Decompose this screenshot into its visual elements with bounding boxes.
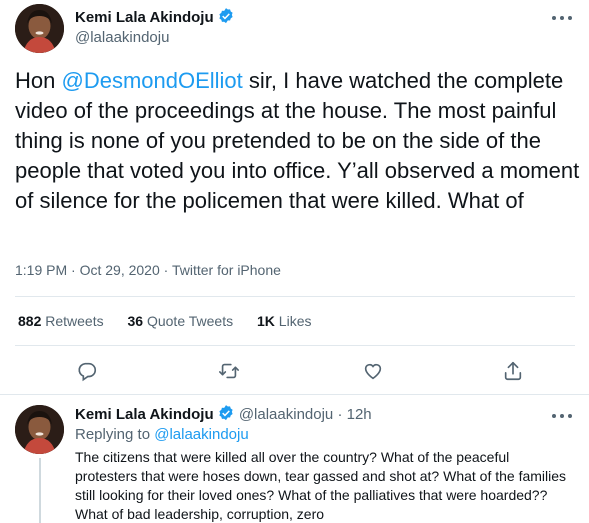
tweet-stats: 882 Retweets 36 Quote Tweets 1K Likes bbox=[18, 313, 331, 329]
replying-to: Replying to @lalaakindoju bbox=[75, 426, 249, 443]
author-handle[interactable]: @lalaakindoju bbox=[75, 29, 169, 46]
reply-text: The citizens that were killed all over t… bbox=[75, 449, 567, 522]
author-name[interactable]: Kemi Lala Akindoju bbox=[75, 7, 235, 26]
likes-stat[interactable]: 1K Likes bbox=[257, 313, 311, 329]
replying-to-handle[interactable]: @lalaakindoju bbox=[154, 426, 248, 443]
tweet-text: Hon @DesmondOElliot sir, I have watched … bbox=[15, 68, 580, 213]
share-icon[interactable] bbox=[502, 360, 526, 384]
reply-icon[interactable] bbox=[76, 360, 100, 384]
avatar[interactable] bbox=[15, 4, 64, 53]
verified-icon bbox=[219, 8, 233, 24]
mention-link[interactable]: @DesmondOElliot bbox=[61, 68, 242, 93]
tweet-date[interactable]: Oct 29, 2020 bbox=[80, 262, 160, 278]
reply-author-name[interactable]: Kemi Lala Akindoju bbox=[75, 406, 214, 423]
tweet-time[interactable]: 1:19 PM bbox=[15, 262, 67, 278]
quote-tweets-stat[interactable]: 36 Quote Tweets bbox=[128, 313, 234, 329]
divider bbox=[0, 394, 589, 395]
reply-avatar[interactable] bbox=[15, 405, 64, 454]
verified-icon bbox=[219, 405, 233, 421]
reply-more-options-icon[interactable] bbox=[551, 408, 573, 422]
reply-header: Kemi Lala Akindoju @lalaakindoju · 12h bbox=[75, 405, 372, 423]
retweets-stat[interactable]: 882 Retweets bbox=[18, 313, 104, 329]
tweet-meta: 1:19 PM · Oct 29, 2020 · Twitter for iPh… bbox=[15, 262, 281, 278]
divider bbox=[15, 296, 575, 297]
thread-line bbox=[39, 458, 41, 523]
action-bar bbox=[0, 356, 589, 386]
tweet-source[interactable]: Twitter for iPhone bbox=[172, 262, 281, 278]
like-icon[interactable] bbox=[362, 360, 386, 384]
more-options-icon[interactable] bbox=[551, 10, 573, 24]
reply-author-handle[interactable]: @lalaakindoju bbox=[239, 406, 333, 423]
retweet-icon[interactable] bbox=[218, 360, 242, 384]
reply-time[interactable]: 12h bbox=[347, 406, 372, 423]
divider bbox=[15, 345, 575, 346]
